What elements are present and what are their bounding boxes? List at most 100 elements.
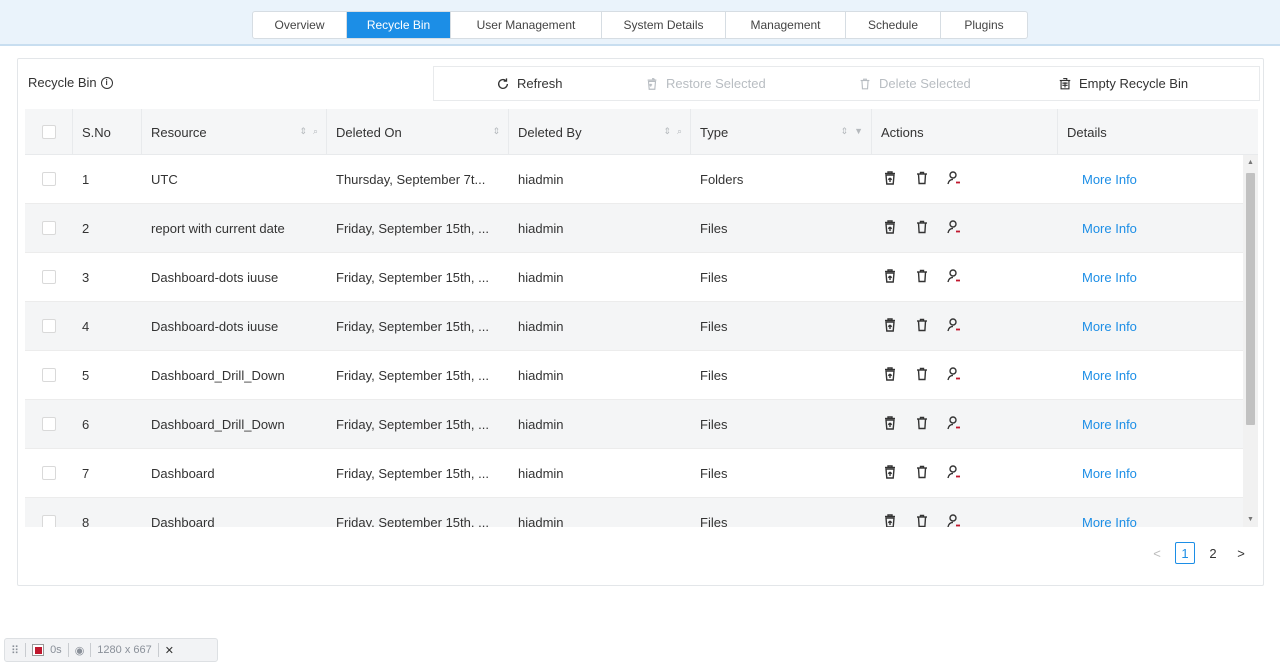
- tab-schedule[interactable]: Schedule: [846, 12, 941, 38]
- trash-icon: [860, 78, 870, 89]
- more-info-link[interactable]: More Info: [1082, 368, 1137, 383]
- tab-overview[interactable]: Overview: [253, 12, 347, 38]
- tab-management[interactable]: Management: [726, 12, 846, 38]
- prev-page-icon[interactable]: <: [1147, 542, 1167, 564]
- delete-button[interactable]: [914, 317, 930, 336]
- owner-button[interactable]: [946, 415, 962, 434]
- restore-button[interactable]: [882, 268, 898, 287]
- drag-handle-icon[interactable]: ⠿: [11, 644, 19, 657]
- owner-button[interactable]: [946, 268, 962, 287]
- user-icon[interactable]: [946, 366, 962, 382]
- scrollbar-thumb[interactable]: [1246, 173, 1255, 425]
- scroll-down-icon[interactable]: ▼: [1246, 515, 1255, 524]
- restore-button[interactable]: [882, 366, 898, 385]
- delete-button[interactable]: [914, 513, 930, 528]
- sort-icon[interactable]: ⇕: [841, 126, 849, 137]
- more-info-link[interactable]: More Info: [1082, 515, 1137, 528]
- restore-button[interactable]: [882, 170, 898, 189]
- delete-button[interactable]: [914, 219, 930, 238]
- scroll-up-icon[interactable]: ▲: [1246, 158, 1255, 167]
- owner-button[interactable]: [946, 317, 962, 336]
- delete-button[interactable]: [914, 415, 930, 434]
- stop-record-icon[interactable]: [32, 644, 45, 656]
- restore-icon[interactable]: [882, 268, 898, 284]
- row-deleted-by: hiadmin: [518, 269, 564, 285]
- search-icon[interactable]: ⌕: [313, 126, 318, 137]
- row-checkbox[interactable]: [42, 319, 56, 333]
- empty-recycle-bin-button[interactable]: Empty Recycle Bin: [1058, 67, 1188, 100]
- user-icon[interactable]: [946, 464, 962, 480]
- row-checkbox[interactable]: [42, 270, 56, 284]
- filter-icon[interactable]: ▼: [854, 126, 863, 137]
- restore-icon[interactable]: [882, 366, 898, 382]
- user-icon[interactable]: [946, 219, 962, 235]
- user-icon[interactable]: [946, 268, 962, 284]
- more-info-link[interactable]: More Info: [1082, 172, 1137, 187]
- refresh-button[interactable]: Refresh: [496, 67, 563, 100]
- owner-button[interactable]: [946, 170, 962, 189]
- restore-icon[interactable]: [882, 415, 898, 431]
- row-checkbox[interactable]: [42, 515, 56, 527]
- user-icon[interactable]: [946, 170, 962, 186]
- owner-button[interactable]: [946, 513, 962, 528]
- row-resource: Dashboard: [151, 465, 215, 481]
- trash-icon[interactable]: [914, 219, 930, 235]
- restore-button[interactable]: [882, 219, 898, 238]
- row-checkbox[interactable]: [42, 417, 56, 431]
- more-info-link[interactable]: More Info: [1082, 270, 1137, 285]
- sort-icon[interactable]: ⇕: [663, 126, 671, 137]
- restore-selected-button[interactable]: Restore Selected: [645, 67, 766, 100]
- trash-icon[interactable]: [914, 268, 930, 284]
- row-checkbox[interactable]: [42, 221, 56, 235]
- trash-icon[interactable]: [914, 415, 930, 431]
- sort-icon[interactable]: ⇕: [492, 126, 500, 137]
- restore-button[interactable]: [882, 513, 898, 528]
- tab-plugins[interactable]: Plugins: [941, 12, 1027, 38]
- more-info-link[interactable]: More Info: [1082, 221, 1137, 236]
- close-icon[interactable]: ✕: [165, 644, 174, 657]
- user-icon[interactable]: [946, 415, 962, 431]
- trash-icon[interactable]: [914, 170, 930, 186]
- trash-icon[interactable]: [914, 513, 930, 528]
- owner-button[interactable]: [946, 219, 962, 238]
- restore-icon[interactable]: [882, 513, 898, 528]
- sort-icon[interactable]: ⇕: [299, 126, 307, 137]
- row-checkbox[interactable]: [42, 466, 56, 480]
- delete-selected-button[interactable]: Delete Selected: [858, 67, 971, 100]
- search-icon[interactable]: ⌕: [677, 126, 682, 137]
- restore-icon[interactable]: [882, 170, 898, 186]
- restore-button[interactable]: [882, 415, 898, 434]
- trash-icon[interactable]: [914, 464, 930, 480]
- next-page-icon[interactable]: >: [1231, 542, 1251, 564]
- tab-system-details[interactable]: System Details: [602, 12, 726, 38]
- more-info-link[interactable]: More Info: [1082, 466, 1137, 481]
- restore-icon[interactable]: [882, 464, 898, 480]
- trash-icon[interactable]: [914, 317, 930, 333]
- owner-button[interactable]: [946, 366, 962, 385]
- page-2[interactable]: 2: [1203, 542, 1223, 564]
- delete-button[interactable]: [914, 464, 930, 483]
- trash-icon[interactable]: [914, 366, 930, 382]
- restore-icon[interactable]: [882, 317, 898, 333]
- delete-button[interactable]: [914, 170, 930, 189]
- tab-recycle-bin[interactable]: Recycle Bin: [347, 12, 451, 38]
- restore-button[interactable]: [882, 464, 898, 483]
- row-checkbox[interactable]: [42, 368, 56, 382]
- vertical-scrollbar[interactable]: ▲ ▼: [1243, 155, 1258, 527]
- select-all-checkbox[interactable]: [41, 125, 56, 139]
- row-checkbox[interactable]: [42, 172, 56, 186]
- more-info-link[interactable]: More Info: [1082, 319, 1137, 334]
- delete-button[interactable]: [914, 268, 930, 287]
- user-icon[interactable]: [946, 513, 962, 528]
- row-type: Files: [700, 318, 728, 334]
- tab-user-management[interactable]: User Management: [451, 12, 602, 38]
- more-info-link[interactable]: More Info: [1082, 417, 1137, 432]
- restore-button[interactable]: [882, 317, 898, 336]
- user-icon[interactable]: [946, 317, 962, 333]
- restore-icon[interactable]: [882, 219, 898, 235]
- info-icon[interactable]: i: [100, 76, 113, 89]
- page-1[interactable]: 1: [1175, 542, 1195, 564]
- owner-button[interactable]: [946, 464, 962, 483]
- camera-icon[interactable]: ◉: [75, 644, 85, 657]
- delete-button[interactable]: [914, 366, 930, 385]
